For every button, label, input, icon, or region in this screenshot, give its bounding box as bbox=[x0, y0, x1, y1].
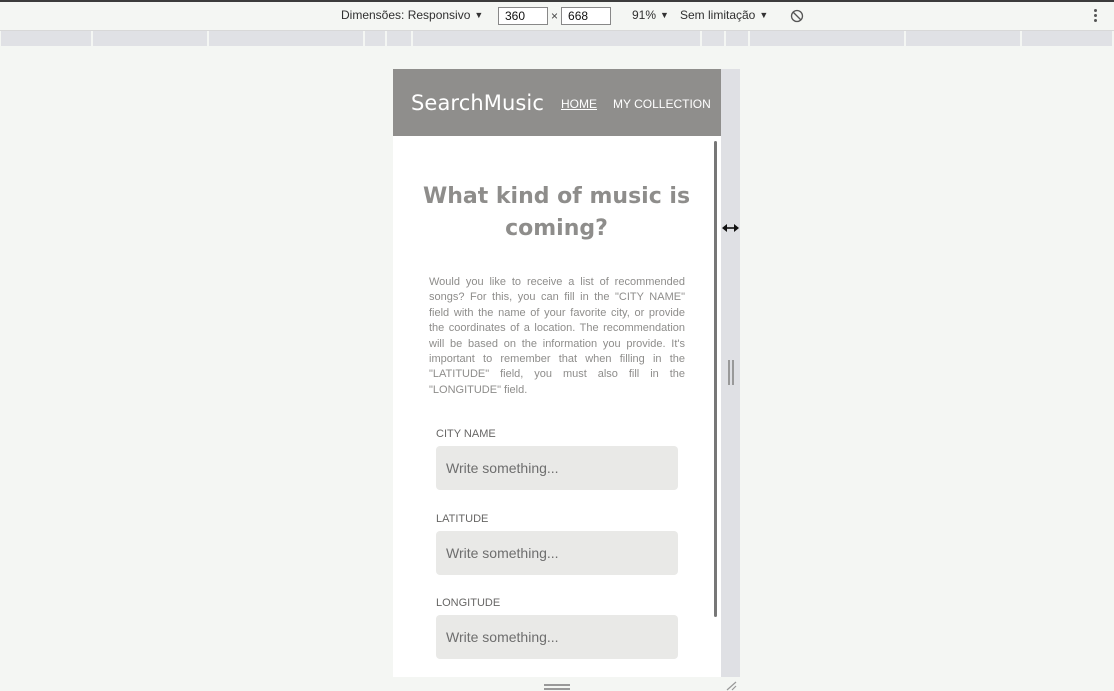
caret-down-icon: ▼ bbox=[474, 10, 484, 20]
zoom-dropdown[interactable]: 91% ▼ bbox=[632, 8, 669, 22]
kebab-menu-icon[interactable] bbox=[1092, 9, 1098, 25]
width-input[interactable] bbox=[498, 7, 548, 25]
media-query-segment[interactable] bbox=[702, 31, 724, 46]
height-input[interactable] bbox=[561, 7, 612, 25]
dimensions-dropdown[interactable]: Dimensões: Responsivo ▼ bbox=[341, 8, 483, 22]
dimensions-label: Dimensões: Responsivo bbox=[341, 8, 471, 22]
devtools-device-toolbar: Dimensões: Responsivo ▼ × 91% ▼ Sem limi… bbox=[0, 0, 1114, 31]
media-query-segment[interactable] bbox=[1022, 31, 1112, 46]
media-query-segment[interactable] bbox=[209, 31, 363, 46]
throttle-dropdown[interactable]: Sem limitação ▼ bbox=[680, 8, 768, 22]
media-query-segment[interactable] bbox=[750, 31, 904, 46]
latitude-label: LATITUDE bbox=[436, 513, 489, 525]
media-query-segment[interactable] bbox=[365, 31, 385, 46]
media-query-segment[interactable] bbox=[387, 31, 411, 46]
media-query-segment[interactable] bbox=[93, 31, 207, 46]
nav-home-link[interactable]: HOME bbox=[561, 97, 597, 111]
scrollbar-thumb[interactable] bbox=[714, 141, 717, 617]
media-query-bar bbox=[0, 31, 1114, 47]
media-query-segment[interactable] bbox=[1, 31, 91, 46]
media-query-segment[interactable] bbox=[413, 31, 700, 46]
intro-paragraph: Would you like to receive a list of reco… bbox=[429, 276, 685, 396]
nav-collection-link[interactable]: MY COLLECTION bbox=[613, 97, 711, 111]
media-query-segment[interactable] bbox=[726, 31, 748, 46]
times-sign: × bbox=[551, 9, 559, 23]
city-name-label: CITY NAME bbox=[436, 428, 496, 440]
resize-grip-icon[interactable] bbox=[728, 360, 734, 385]
longitude-label: LONGITUDE bbox=[436, 597, 501, 609]
app-header: SearchMusic HOME MY COLLECTION bbox=[393, 69, 721, 136]
resize-handle-bottom[interactable] bbox=[544, 684, 570, 690]
throttle-label: Sem limitação bbox=[680, 8, 756, 22]
rotate-icon[interactable] bbox=[790, 9, 804, 23]
brand-logo[interactable]: SearchMusic bbox=[411, 91, 544, 115]
latitude-input[interactable] bbox=[436, 531, 678, 575]
resize-arrows-icon bbox=[722, 224, 739, 232]
city-name-input[interactable] bbox=[436, 446, 678, 490]
resize-corner-icon[interactable] bbox=[724, 680, 738, 691]
zoom-label: 91% bbox=[632, 8, 657, 22]
caret-down-icon: ▼ bbox=[660, 10, 669, 20]
page-title: What kind of music is coming? bbox=[422, 184, 691, 241]
media-query-segment[interactable] bbox=[906, 31, 1020, 46]
device-viewport: SearchMusic HOME MY COLLECTION What kind… bbox=[393, 69, 721, 677]
caret-down-icon: ▼ bbox=[759, 10, 769, 20]
longitude-input[interactable] bbox=[436, 615, 678, 659]
